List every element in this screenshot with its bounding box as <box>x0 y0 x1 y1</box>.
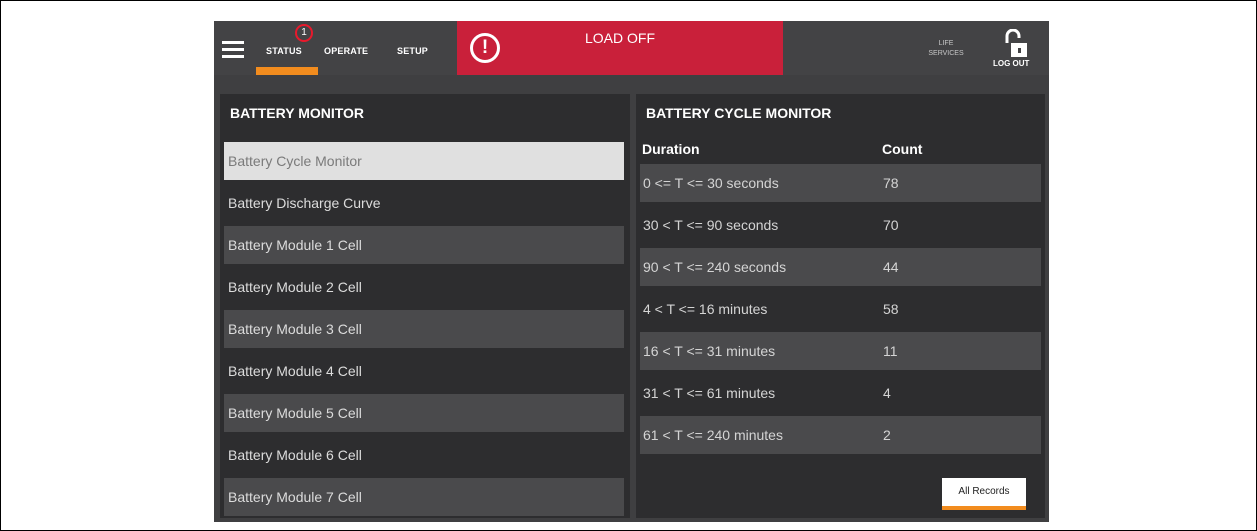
hamburger-menu-icon[interactable] <box>222 41 244 58</box>
table-row: 16 < T <= 31 minutes 11 <box>640 332 1041 370</box>
menu-item-battery-module-3-cell[interactable]: Battery Module 3 Cell <box>224 310 624 348</box>
battery-cycle-monitor-title: BATTERY CYCLE MONITOR <box>646 105 832 121</box>
duration-cell: 4 < T <= 16 minutes <box>643 301 768 317</box>
column-header-count: Count <box>882 141 923 157</box>
duration-cell: 31 < T <= 61 minutes <box>643 385 776 401</box>
app-window: STATUS 1 OPERATE SETUP ! LOAD OFF LIFE S… <box>214 21 1049 522</box>
status-alert-badge: 1 <box>295 24 313 42</box>
count-cell: 70 <box>883 217 899 233</box>
menu-item-battery-module-5-cell[interactable]: Battery Module 5 Cell <box>224 394 624 432</box>
nav-status[interactable]: STATUS <box>266 46 302 56</box>
table-row: 61 < T <= 240 minutes 2 <box>640 416 1041 454</box>
logout-button[interactable]: LOG OUT <box>993 59 1029 68</box>
count-cell: 4 <box>883 385 891 401</box>
alarm-banner[interactable]: ! LOAD OFF <box>457 21 783 75</box>
menu-item-battery-discharge-curve[interactable]: Battery Discharge Curve <box>224 184 624 222</box>
unlocked-padlock-icon[interactable] <box>1004 29 1028 59</box>
alarm-text: LOAD OFF <box>584 30 655 46</box>
menu-item-battery-module-6-cell[interactable]: Battery Module 6 Cell <box>224 436 624 474</box>
nav-setup[interactable]: SETUP <box>397 46 428 56</box>
count-cell: 58 <box>883 301 899 317</box>
duration-cell: 30 < T <= 90 seconds <box>643 217 779 233</box>
duration-cell: 61 < T <= 240 minutes <box>643 427 783 443</box>
all-records-button[interactable]: All Records <box>942 478 1026 506</box>
all-records-accent-bar <box>942 506 1026 510</box>
duration-cell: 16 < T <= 31 minutes <box>643 343 776 359</box>
nav-operate[interactable]: OPERATE <box>324 46 368 56</box>
battery-monitor-title: BATTERY MONITOR <box>230 105 365 121</box>
duration-cell: 0 <= T <= 30 seconds <box>643 175 779 191</box>
menu-item-battery-module-4-cell[interactable]: Battery Module 4 Cell <box>224 352 624 390</box>
table-row: 90 < T <= 240 seconds 44 <box>640 248 1041 286</box>
count-cell: 11 <box>883 343 898 359</box>
life-services-link[interactable]: LIFE SERVICES <box>926 39 966 59</box>
menu-item-battery-module-2-cell[interactable]: Battery Module 2 Cell <box>224 268 624 306</box>
table-row: 30 < T <= 90 seconds 70 <box>640 206 1041 244</box>
duration-cell: 90 < T <= 240 seconds <box>643 259 787 275</box>
battery-cycle-monitor-panel: BATTERY CYCLE MONITOR Duration Count 0 <… <box>636 94 1045 518</box>
table-row: 31 < T <= 61 minutes 4 <box>640 374 1041 412</box>
menu-item-battery-module-1-cell[interactable]: Battery Module 1 Cell <box>224 226 624 264</box>
count-cell: 44 <box>883 259 899 275</box>
menu-item-battery-module-7-cell[interactable]: Battery Module 7 Cell <box>224 478 624 516</box>
top-bar: STATUS 1 OPERATE SETUP ! LOAD OFF LIFE S… <box>214 21 1049 75</box>
column-header-duration: Duration <box>642 141 700 157</box>
menu-item-battery-cycle-monitor[interactable]: Battery Cycle Monitor <box>224 142 624 180</box>
count-cell: 2 <box>883 427 891 443</box>
table-row: 4 < T <= 16 minutes 58 <box>640 290 1041 328</box>
nav-active-indicator <box>256 67 318 75</box>
count-cell: 78 <box>883 175 899 191</box>
battery-monitor-panel: BATTERY MONITOR Battery Cycle Monitor Ba… <box>220 94 630 518</box>
table-row: 0 <= T <= 30 seconds 78 <box>640 164 1041 202</box>
